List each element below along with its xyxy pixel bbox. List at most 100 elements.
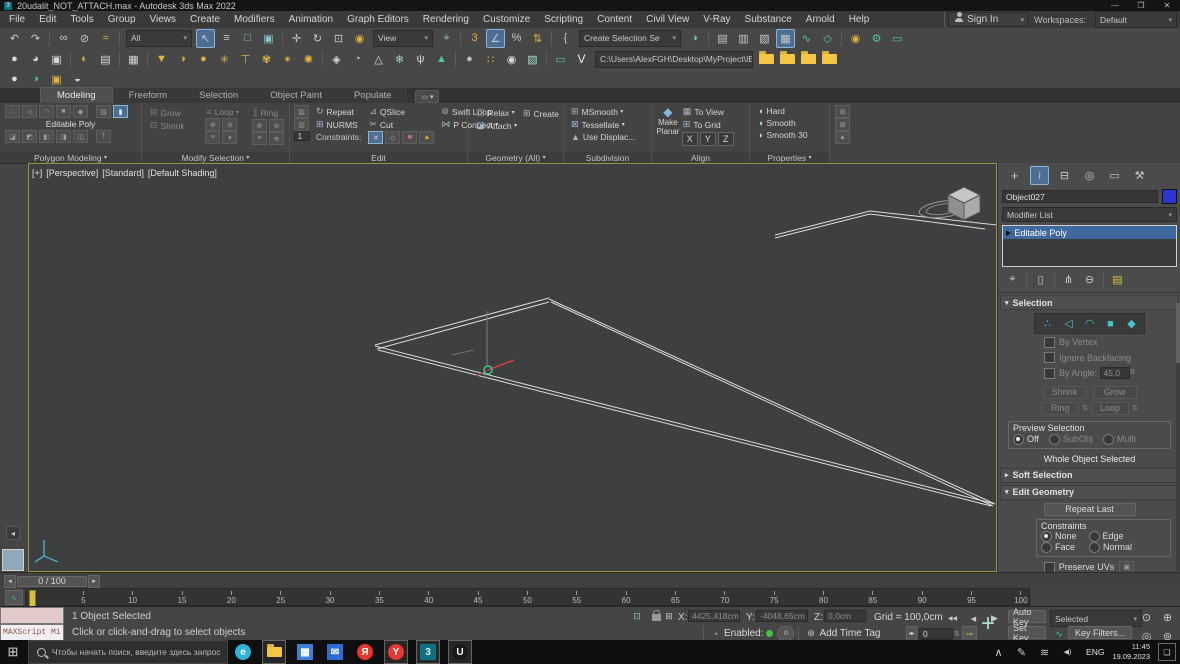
modifier-list-dropdown[interactable]: Modifier List▾	[1002, 207, 1177, 222]
angle-snap-icon[interactable]: ∠	[486, 29, 505, 48]
preview-toggle-icon[interactable]: ▮	[113, 105, 128, 118]
object-name-field[interactable]: Object027	[1002, 190, 1158, 203]
attach-button[interactable]: ◪Attach ▾	[476, 120, 517, 131]
pin-icon[interactable]: ◪	[5, 130, 20, 143]
next-key-icon[interactable]: ▸	[88, 575, 100, 588]
make-planar-button[interactable]: Make Planar	[655, 119, 681, 137]
folder-load-icon[interactable]	[759, 54, 774, 64]
scene-explorer-icon[interactable]: ▧	[755, 29, 774, 48]
cut-button[interactable]: ✂Cut	[369, 119, 393, 130]
menu-item-graph-editors[interactable]: Graph Editors	[340, 14, 416, 25]
ring-grow-icon[interactable]: ⊕	[252, 119, 267, 132]
ring-shrink-icon[interactable]: ⊜	[269, 119, 284, 132]
menu-item-modifiers[interactable]: Modifiers	[227, 14, 282, 25]
light-lister-icon[interactable]: ◐	[75, 50, 94, 69]
ring-button[interactable]: Ring	[1041, 402, 1079, 415]
ies-library-icon[interactable]: ▣	[47, 70, 66, 89]
time-slider[interactable]: 0 / 100	[17, 576, 87, 587]
menu-item-file[interactable]: File	[2, 14, 32, 25]
menu-item-scripting[interactable]: Scripting	[537, 14, 590, 25]
edit-geometry-rollout-header[interactable]: ▾Edit Geometry	[1000, 485, 1179, 500]
spinner-snap-icon[interactable]: ⇅	[528, 29, 547, 48]
align-y-button[interactable]: Y	[700, 132, 716, 146]
placement-icon[interactable]: ◉	[350, 29, 369, 48]
constraint-none-icon[interactable]: ✕	[368, 131, 383, 144]
maxscript-mini-listener-top[interactable]	[0, 607, 64, 624]
panel-scrollbar[interactable]	[1176, 303, 1180, 571]
vray-layers-icon[interactable]: ▧	[523, 50, 542, 69]
loop-spinner-icon[interactable]: ⇅	[1132, 404, 1138, 412]
menu-item-arnold[interactable]: Arnold	[799, 14, 842, 25]
remove-modifier-icon[interactable]: ⊖	[1080, 270, 1099, 289]
menu-item-animation[interactable]: Animation	[282, 14, 340, 25]
to-grid-button[interactable]: ⊞To Grid	[683, 119, 721, 130]
hierarchy-tab-icon[interactable]: ⊟	[1055, 166, 1074, 185]
film-camera-icon[interactable]: ▦	[124, 50, 143, 69]
vertex-mode-icon[interactable]: ∴	[5, 105, 20, 118]
render-iterative-icon[interactable]: ◕	[26, 50, 45, 69]
close-button[interactable]: ✕	[1154, 0, 1180, 11]
relax-button[interactable]: ▢Relax ▾	[476, 107, 515, 118]
collapse-stack-icon[interactable]: ▨	[96, 105, 111, 118]
menu-item-rendering[interactable]: Rendering	[416, 14, 476, 25]
z-coordinate-field[interactable]: 0,0cm	[824, 610, 866, 622]
element-mode-icon[interactable]: ◆	[73, 105, 88, 118]
grow-button[interactable]: Grow	[1093, 386, 1137, 399]
element-subobject-icon[interactable]: ◆	[1122, 314, 1141, 333]
frame-spinner-icon[interactable]: ⇅	[954, 630, 960, 638]
paint-selection-icon[interactable]: ▧	[294, 118, 309, 131]
loop-shrink-icon[interactable]: ⊜	[222, 118, 237, 131]
tray-expand-icon[interactable]: ∧	[989, 643, 1008, 662]
time-tag-icon[interactable]: ⊛	[803, 626, 818, 641]
dual-monitor-icon[interactable]: ▭	[551, 50, 570, 69]
scale-icon[interactable]: ⊡	[329, 29, 348, 48]
constraint-face-icon[interactable]: ■	[402, 131, 417, 144]
menu-item-v-ray[interactable]: V-Ray	[696, 14, 737, 25]
3dsmax-icon[interactable]: 3	[416, 640, 440, 664]
vray-light-ies-icon[interactable]: ⊤	[236, 50, 255, 69]
pin-stack-icon[interactable]: ⌖	[1003, 270, 1022, 289]
selection-filter-dropdown[interactable]: All▾	[126, 30, 192, 47]
nurms-button[interactable]: ⊞NURMS	[316, 119, 358, 130]
curve-editor-icon[interactable]: ∿	[797, 29, 816, 48]
unlink-icon[interactable]: ⊘	[75, 29, 94, 48]
render-in-cloud-icon[interactable]: ▣	[47, 50, 66, 69]
vray-plane-icon[interactable]: △	[369, 50, 388, 69]
ring-spinner-icon[interactable]: ⇅	[1082, 404, 1088, 412]
constraint-edge-radio[interactable]: Edge	[1089, 531, 1124, 542]
start-button[interactable]: ⊞	[2, 641, 24, 663]
go-to-start-icon[interactable]: ◀◀	[943, 609, 962, 628]
align-x-button[interactable]: X	[682, 132, 698, 146]
notification-center-icon[interactable]: ❏	[1158, 643, 1176, 661]
vray-color-dots-icon[interactable]: ∷	[481, 50, 500, 69]
msmooth-button[interactable]: ⊞MSmooth ▾	[571, 106, 623, 117]
named-selection-sets-icon[interactable]: {	[556, 29, 575, 48]
quick-render-icon[interactable]: ●	[5, 70, 24, 89]
use-pivot-icon[interactable]: ⌖	[437, 29, 456, 48]
restore-button[interactable]: ❒	[1128, 0, 1154, 11]
spinner-icon[interactable]: ⇅	[1130, 367, 1136, 379]
menu-item-create[interactable]: Create	[183, 14, 227, 25]
make-unique-icon[interactable]: ⋔	[1059, 270, 1078, 289]
menu-item-tools[interactable]: Tools	[63, 14, 100, 25]
vray-sun-rays-icon[interactable]: ✺	[299, 50, 318, 69]
group-label[interactable]: Edit	[290, 152, 467, 163]
viewport-menu-shading[interactable]: [Default Shading]	[148, 168, 217, 178]
named-selection-dropdown[interactable]: Create Selection Se▾	[579, 30, 681, 47]
convert-icon[interactable]: ◧	[39, 130, 54, 143]
vray-sun-icon[interactable]: ✴	[278, 50, 297, 69]
x-coordinate-field[interactable]: 4425,418cm	[688, 610, 740, 622]
select-link-icon[interactable]: ∞	[54, 29, 73, 48]
rect-region-icon[interactable]: □	[238, 29, 257, 48]
undo-icon[interactable]: ↶	[5, 29, 24, 48]
constraint-none-radio[interactable]: None	[1041, 531, 1077, 542]
ribbon-tab-selection[interactable]: Selection	[183, 88, 254, 103]
tray-pen-icon[interactable]: ✎	[1012, 643, 1031, 662]
mail-icon[interactable]: ✉	[324, 641, 346, 663]
ribbon-toggle-icon[interactable]: ▦	[776, 29, 795, 48]
ring-mode-icon[interactable]: ≌	[269, 132, 284, 145]
edge-icon[interactable]: e	[232, 641, 254, 663]
preview-subobj-radio[interactable]: SubObj	[1049, 434, 1093, 445]
perspective-viewport[interactable]: [+] [Perspective] [Standard] [Default Sh…	[28, 163, 997, 572]
vray-mtl-sphere-icon[interactable]: ●	[460, 50, 479, 69]
